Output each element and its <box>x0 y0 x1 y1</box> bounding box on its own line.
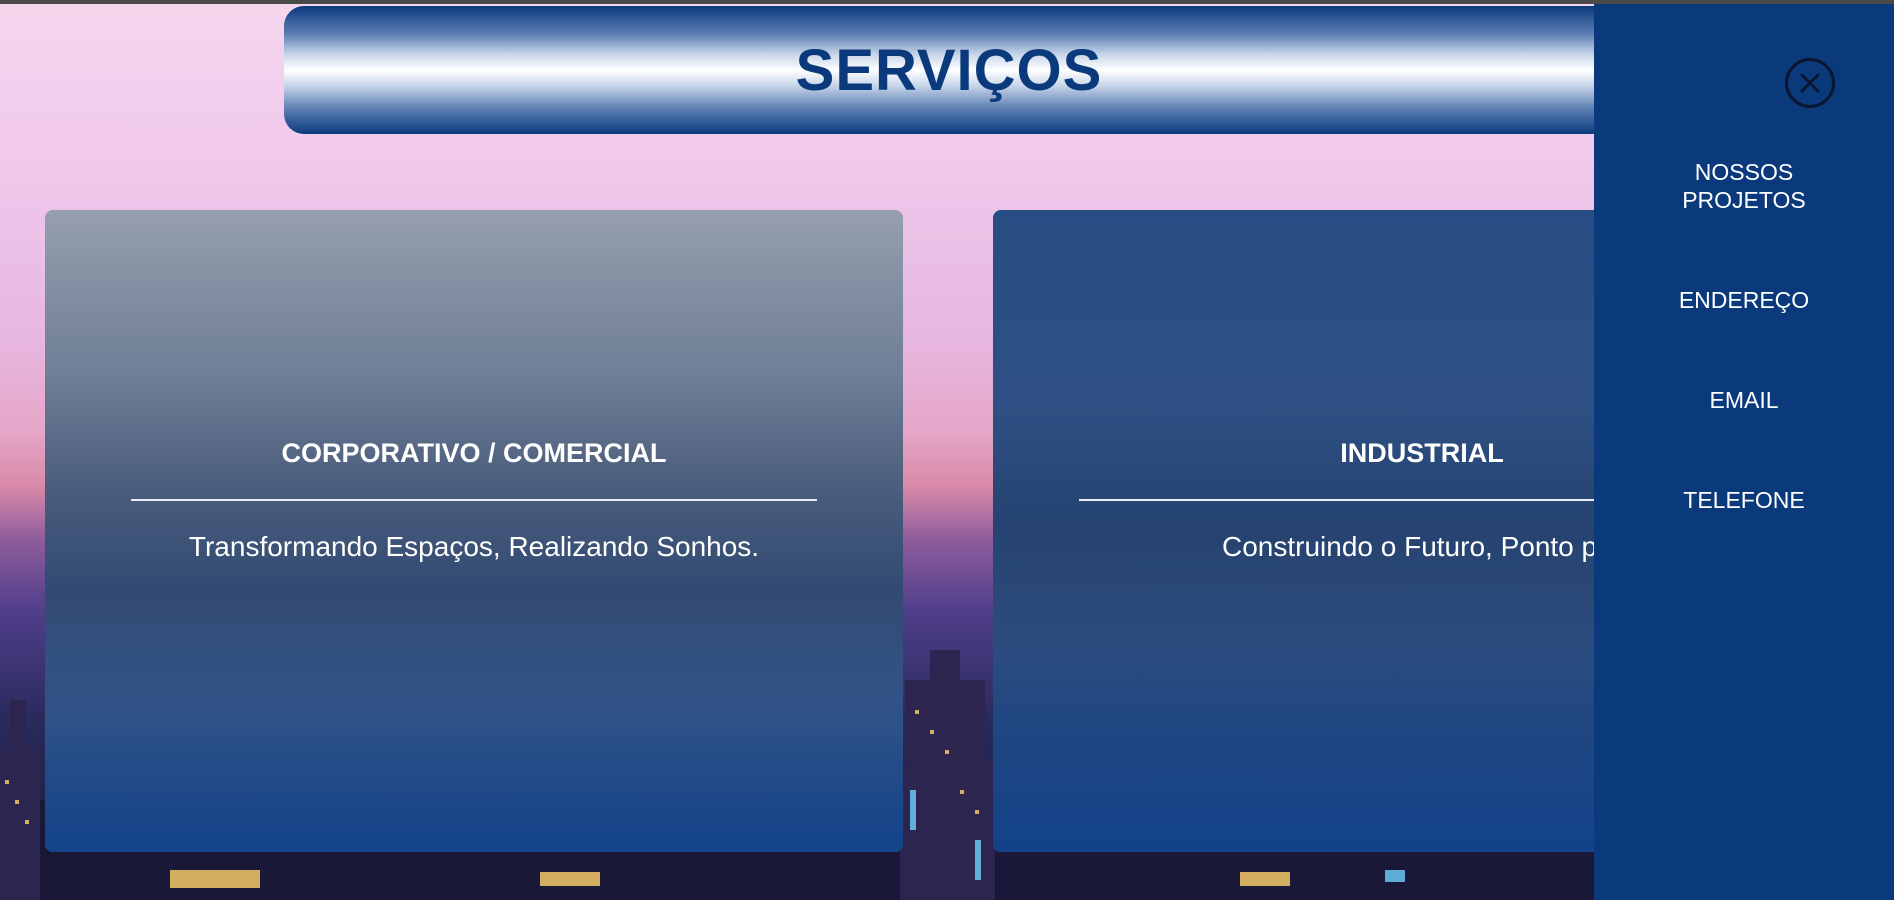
menu-item-endereco[interactable]: ENDEREÇO <box>1594 286 1894 314</box>
card-divider <box>131 499 817 501</box>
services-header: SERVIÇOS <box>284 6 1614 134</box>
menu-item-nossos-projetos[interactable]: NOSSOS PROJETOS <box>1594 158 1894 214</box>
card-content: CORPORATIVO / COMERCIAL Transformando Es… <box>45 440 903 561</box>
side-menu: NOSSOS PROJETOS ENDEREÇO EMAIL TELEFONE <box>1594 4 1894 900</box>
service-card-corporativo[interactable]: CORPORATIVO / COMERCIAL Transformando Es… <box>45 210 903 852</box>
menu-item-telefone[interactable]: TELEFONE <box>1594 486 1894 514</box>
card-title: CORPORATIVO / COMERCIAL <box>281 438 667 468</box>
page: SERVIÇOS CORPORATIVO / COMERCIAL Transfo… <box>0 0 1894 900</box>
close-icon <box>1800 73 1820 93</box>
menu-item-email[interactable]: EMAIL <box>1594 386 1894 414</box>
page-title: SERVIÇOS <box>795 37 1103 103</box>
menu-item-label: NOSSOS PROJETOS <box>1682 159 1806 213</box>
close-menu-button[interactable] <box>1785 58 1835 108</box>
card-description: Transformando Espaços, Realizando Sonhos… <box>188 531 760 562</box>
